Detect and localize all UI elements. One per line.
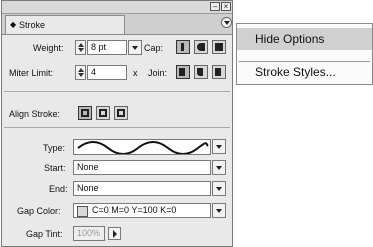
stroke-type-dropdown-button[interactable] — [212, 139, 226, 154]
panel-tab-row: ◆ Stroke — [2, 14, 232, 35]
gap-color-dropdown-button[interactable] — [212, 203, 226, 218]
end-dropdown-button[interactable] — [212, 181, 226, 196]
close-icon[interactable]: × — [221, 2, 231, 11]
gap-color-value: C=0 M=0 Y=100 K=0 — [92, 205, 177, 215]
end-select[interactable]: None — [73, 181, 211, 196]
start-label: Start: — [44, 163, 66, 173]
divider — [4, 127, 230, 128]
gap-tint-label: Gap Tint: — [26, 229, 63, 239]
miter-limit-stepper[interactable] — [75, 65, 86, 80]
divider — [4, 91, 230, 92]
gap-color-label: Gap Color: — [17, 206, 61, 216]
minimize-icon[interactable]: – — [210, 2, 220, 11]
end-label: End: — [49, 184, 68, 194]
miter-join-icon[interactable] — [176, 65, 190, 79]
miter-limit-input[interactable]: 4 — [87, 65, 127, 80]
projecting-cap-icon[interactable] — [212, 40, 226, 54]
align-stroke-label: Align Stroke: — [9, 109, 61, 119]
wavy-stroke-preview-icon — [77, 141, 209, 154]
align-center-icon[interactable] — [78, 106, 92, 120]
miter-multiplier-label: x — [133, 68, 138, 78]
start-dropdown-button[interactable] — [212, 160, 226, 175]
panel-options-menu-button[interactable] — [221, 17, 232, 28]
round-join-icon[interactable] — [194, 65, 208, 79]
cap-label: Cap: — [144, 43, 164, 53]
panel-options-menu: Hide Options Stroke Styles... — [236, 23, 373, 85]
tab-expand-icon[interactable]: ◆ — [10, 16, 16, 34]
weight-label: Weight: — [33, 43, 64, 53]
align-outside-icon[interactable] — [114, 106, 128, 120]
round-cap-icon[interactable] — [194, 40, 208, 54]
menu-item-stroke-styles[interactable]: Stroke Styles... — [237, 61, 372, 83]
stroke-type-select[interactable] — [73, 139, 211, 155]
gap-tint-slider-arrow-icon[interactable] — [108, 227, 121, 240]
miter-limit-label: Miter Limit: — [9, 68, 54, 78]
gap-color-select[interactable]: C=0 M=0 Y=100 K=0 — [73, 203, 211, 218]
butt-cap-icon[interactable] — [176, 40, 190, 54]
type-label: Type: — [43, 143, 66, 153]
panel-titlebar[interactable]: – × — [2, 1, 232, 14]
weight-stepper[interactable] — [75, 40, 86, 55]
menu-item-hide-options[interactable]: Hide Options — [237, 28, 372, 50]
stroke-panel: – × ◆ Stroke Weight: 8 pt Cap: Miter Lim… — [1, 0, 233, 247]
bevel-join-icon[interactable] — [212, 65, 226, 79]
weight-dropdown-button[interactable] — [128, 40, 142, 55]
tab-stroke[interactable]: ◆ Stroke — [5, 15, 125, 34]
gap-tint-input[interactable]: 100% — [73, 226, 105, 241]
start-select[interactable]: None — [73, 160, 211, 175]
join-label: Join: — [148, 68, 168, 78]
align-inside-icon[interactable] — [96, 106, 110, 120]
gap-color-swatch-icon — [77, 206, 88, 217]
tab-stroke-label: Stroke — [19, 20, 46, 30]
weight-input[interactable]: 8 pt — [87, 40, 127, 55]
